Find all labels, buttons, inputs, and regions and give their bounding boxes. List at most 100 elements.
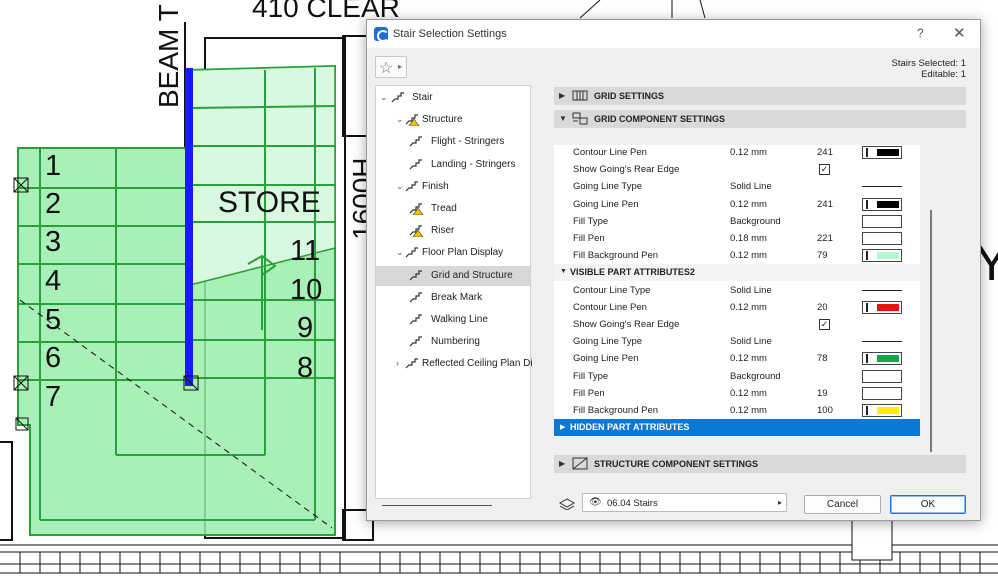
pen-color-fill (877, 149, 899, 156)
chevron-down-icon[interactable]: ⌄ (380, 92, 388, 103)
chevron-down-icon[interactable]: ⌄ (396, 114, 404, 125)
attribute-value[interactable]: Solid Line (730, 285, 772, 296)
checkbox[interactable]: ✓ (819, 319, 830, 330)
stairs-selected-count: Stairs Selected: 1 (891, 58, 966, 69)
tree-scrollbar[interactable] (382, 505, 492, 506)
pen-number[interactable]: 100 (817, 405, 833, 416)
attribute-value[interactable]: 0.12 mm (730, 353, 767, 364)
attribute-name: Contour Line Pen (573, 147, 647, 158)
pen-number[interactable]: 78 (817, 353, 828, 364)
pen-color-swatch[interactable] (862, 232, 902, 245)
landing-stringers-icon (409, 158, 422, 170)
tree-item[interactable]: Numbering (376, 332, 530, 352)
attribute-row[interactable]: Going Line Type Solid Line (554, 178, 920, 195)
archicad-viewport[interactable]: 410 CLEAR BEAM T STORE 1600H Y 1 2 3 4 5… (0, 0, 998, 576)
attribute-name: Show Going's Rear Edge (573, 164, 680, 176)
attribute-row[interactable]: Going Line Type Solid Line (554, 333, 920, 350)
attribute-value[interactable]: Solid Line (730, 181, 772, 192)
pen-number[interactable]: 79 (817, 250, 828, 261)
attribute-value[interactable]: Background (730, 216, 781, 227)
pen-number[interactable]: 241 (817, 199, 833, 210)
numbering-icon (409, 336, 422, 347)
section-grid-component-settings[interactable]: ▼ GRID COMPONENT SETTINGS (554, 110, 966, 128)
attribute-row[interactable]: Show Going's Rear Edge ✓ (554, 316, 920, 333)
pen-number[interactable]: 19 (817, 388, 828, 399)
attribute-row[interactable]: Contour Line Pen 0.12 mm 20 (554, 299, 920, 316)
expand-icon[interactable]: ▶ (560, 423, 565, 431)
pen-color-swatch[interactable] (862, 300, 902, 314)
checkbox[interactable]: ✓ (819, 164, 830, 176)
attribute-row[interactable]: Contour Line Pen 0.12 mm 241 (554, 144, 920, 161)
tree-item[interactable]: Walking Line (376, 310, 530, 330)
pen-color-swatch[interactable] (862, 386, 902, 400)
tree-item[interactable]: ⌄ Structure (376, 110, 530, 130)
archicad-logo-icon (374, 27, 389, 42)
attribute-value[interactable]: 0.12 mm (730, 147, 767, 158)
pen-color-swatch[interactable] (862, 369, 902, 383)
tree-item[interactable]: Tread (376, 199, 530, 219)
pen-number[interactable]: 241 (817, 147, 833, 158)
attribute-value[interactable]: 0.12 mm (730, 250, 767, 261)
tree-item[interactable]: ⌄ Stair (376, 88, 530, 108)
section-structure-component-settings[interactable]: ▶ STRUCTURE COMPONENT SETTINGS (554, 455, 966, 473)
stair-element[interactable] (13, 64, 336, 536)
chevron-down-icon[interactable]: ⌄ (396, 181, 404, 192)
chevron-down-icon[interactable]: ⌄ (396, 247, 404, 258)
attribute-value[interactable]: 0.12 mm (730, 302, 767, 313)
attribute-row[interactable]: Fill Background Pen 0.12 mm 79 (554, 247, 920, 264)
pen-number[interactable]: 20 (817, 302, 828, 313)
collapse-icon[interactable]: ▼ (560, 268, 567, 275)
cancel-button[interactable]: Cancel (804, 495, 881, 514)
tree-item-label: Walking Line (431, 314, 488, 325)
table-scrollbar[interactable] (930, 210, 932, 452)
layer-dropdown[interactable]: 👁 06.04 Stairs ▸ (582, 493, 787, 512)
attribute-value[interactable]: 0.12 mm (730, 405, 767, 416)
dialog-titlebar[interactable]: Stair Selection Settings ? ✕ (367, 20, 980, 48)
help-button[interactable]: ? (917, 26, 924, 40)
tree-item[interactable]: ⌄ Floor Plan Display (376, 243, 530, 263)
pen-color-swatch[interactable] (862, 214, 902, 228)
attribute-row[interactable]: Fill Type Background (554, 213, 920, 230)
chevron-right-icon[interactable]: › (396, 358, 399, 368)
attribute-row[interactable]: Fill Background Pen 0.12 mm 100 (554, 402, 920, 419)
cad-label-store: STORE (218, 186, 321, 219)
chevron-right-icon: ▸ (398, 62, 403, 71)
attribute-row[interactable]: Going Line Pen 0.12 mm 78 (554, 350, 920, 367)
attribute-row[interactable]: Contour Line Type Solid Line (554, 282, 920, 299)
pen-color-swatch[interactable] (862, 352, 902, 366)
section-grid-settings[interactable]: ▶ GRID SETTINGS (554, 87, 966, 105)
attribute-group-row[interactable]: ▼ VISIBLE PART ATTRIBUTES2 (554, 264, 920, 282)
attribute-row[interactable]: Show Going's Rear Edge ✓ (554, 161, 920, 178)
attribute-row[interactable]: Fill Pen 0.12 mm 19 (554, 385, 920, 402)
settings-panel: ▶ GRID SETTINGS ▼ GRID COMPONENT SETTING… (540, 82, 973, 520)
attribute-value[interactable]: 0.12 mm (730, 199, 767, 210)
step-number: 8 (297, 352, 313, 384)
pen-color-swatch[interactable] (862, 404, 902, 417)
tree-item[interactable]: Landing - Stringers (376, 155, 530, 175)
tree-item-label: Riser (431, 225, 455, 237)
pen-color-swatch[interactable] (862, 197, 902, 211)
pen-color-swatch[interactable] (862, 249, 902, 263)
tree-item[interactable]: › Reflected Ceiling Plan Di (376, 354, 533, 374)
attribute-row[interactable]: Fill Pen 0.18 mm 221 (554, 230, 920, 247)
favorites-button[interactable]: ☆ ▸ (375, 56, 407, 78)
close-button[interactable]: ✕ (953, 24, 966, 42)
pen-number[interactable]: 221 (817, 233, 833, 244)
attribute-row[interactable]: Going Line Pen 0.12 mm 241 (554, 196, 920, 213)
pen-color-swatch[interactable] (862, 146, 902, 159)
tree-item[interactable]: Grid and Structure (376, 265, 530, 286)
step-number: 11 (290, 235, 320, 267)
attribute-value[interactable]: 0.18 mm (730, 233, 767, 244)
tree-item[interactable]: Riser (376, 221, 530, 241)
pen-color-fill (877, 200, 899, 208)
attribute-row[interactable]: Fill Type Background (554, 368, 920, 385)
tree-item[interactable]: ⌄ Finish (376, 177, 530, 197)
tree-item[interactable]: Break Mark (376, 288, 530, 308)
tree-item[interactable]: Flight - Stringers (376, 132, 530, 152)
attribute-group-row[interactable]: ▶ HIDDEN PART ATTRIBUTES (554, 419, 920, 437)
ok-button[interactable]: OK (890, 495, 966, 514)
attribute-value[interactable]: 0.12 mm (730, 388, 767, 399)
attribute-value[interactable]: Solid Line (730, 336, 772, 347)
attribute-name: Fill Pen (573, 387, 605, 399)
attribute-value[interactable]: Background (730, 371, 781, 382)
